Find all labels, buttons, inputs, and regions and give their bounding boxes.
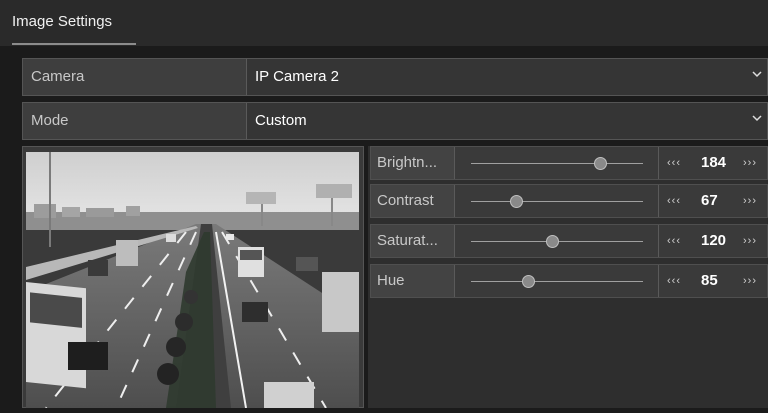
decrease-button[interactable]: ‹‹‹ xyxy=(667,265,681,297)
increase-button[interactable]: ››› xyxy=(743,185,757,217)
increase-button[interactable]: ››› xyxy=(743,147,757,179)
tab-image-settings[interactable]: Image Settings xyxy=(12,13,112,30)
contrast-value: 67 xyxy=(701,192,718,209)
saturation-value: 120 xyxy=(701,232,727,249)
slider-knob[interactable] xyxy=(594,157,607,170)
title-bar: Image Settings xyxy=(0,0,768,46)
camera-label: Camera xyxy=(23,59,247,95)
mode-select[interactable]: Mode Custom xyxy=(22,102,768,140)
contrast-label: Contrast xyxy=(371,185,455,217)
hue-value: 85 xyxy=(701,272,718,289)
contrast-row: Contrast ‹‹‹ 67 ››› xyxy=(370,184,768,218)
active-tab-indicator xyxy=(12,43,136,45)
camera-select[interactable]: Camera IP Camera 2 xyxy=(22,58,768,96)
decrease-button[interactable]: ‹‹‹ xyxy=(667,147,681,179)
brightness-row: Brightn... ‹‹‹ 184 ››› xyxy=(370,146,768,180)
hue-row: Hue ‹‹‹ 85 ››› xyxy=(370,264,768,298)
decrease-button[interactable]: ‹‹‹ xyxy=(667,185,681,217)
slider-track xyxy=(471,281,643,282)
mode-value: Custom xyxy=(255,112,307,129)
hue-label: Hue xyxy=(371,265,455,297)
hue-slider[interactable] xyxy=(455,265,659,297)
slider-knob[interactable] xyxy=(545,235,559,248)
increase-button[interactable]: ››› xyxy=(743,265,757,297)
slider-track xyxy=(471,201,643,202)
brightness-slider[interactable] xyxy=(455,147,659,179)
brightness-label: Brightn... xyxy=(371,147,455,179)
camera-preview xyxy=(26,152,359,408)
slider-knob[interactable] xyxy=(509,195,523,208)
saturation-label: Saturat... xyxy=(371,225,455,257)
slider-knob[interactable] xyxy=(521,275,535,288)
increase-button[interactable]: ››› xyxy=(743,225,757,257)
saturation-slider[interactable] xyxy=(455,225,659,257)
saturation-row: Saturat... ‹‹‹ 120 ››› xyxy=(370,224,768,258)
brightness-value: 184 xyxy=(701,154,727,171)
camera-value: IP Camera 2 xyxy=(255,68,339,85)
contrast-slider[interactable] xyxy=(455,185,659,217)
mode-label: Mode xyxy=(23,103,247,139)
slider-track xyxy=(471,163,643,164)
highway-scene-image xyxy=(26,152,359,408)
chevron-down-icon[interactable] xyxy=(751,112,763,124)
chevron-down-icon[interactable] xyxy=(751,68,763,80)
decrease-button[interactable]: ‹‹‹ xyxy=(667,225,681,257)
